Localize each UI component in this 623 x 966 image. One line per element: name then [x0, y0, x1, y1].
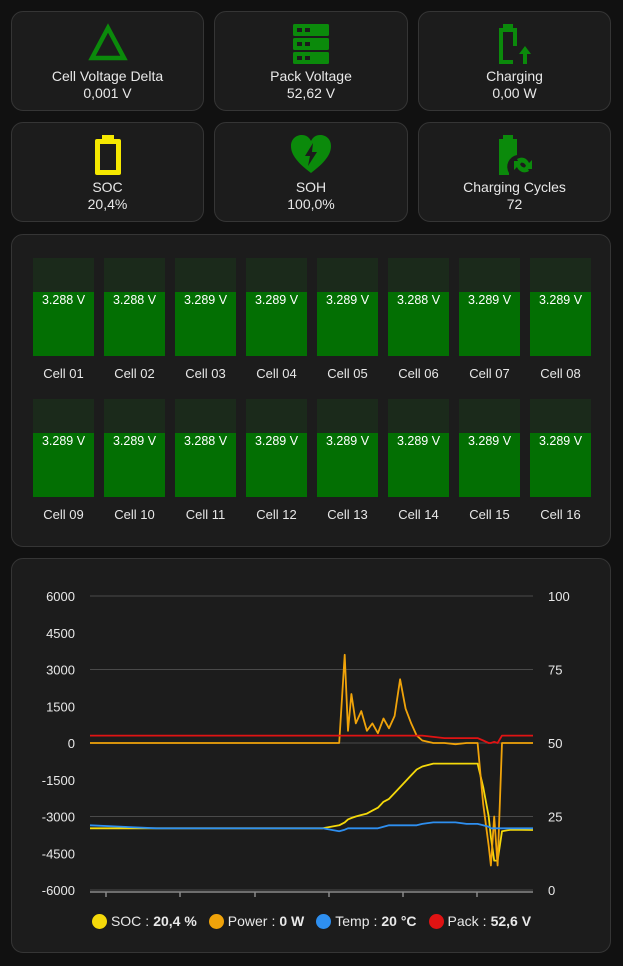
- y-left-tick: 3000: [46, 663, 75, 678]
- y-left-tick: -6000: [42, 883, 75, 898]
- legend-name: Pack: [447, 913, 479, 929]
- legend-item[interactable]: Power:0 W: [208, 913, 305, 929]
- legend-name: Temp: [335, 913, 370, 929]
- y-left-tick: 1500: [46, 699, 75, 714]
- y-left-tick: -4500: [42, 846, 75, 861]
- y-right-tick: 25: [548, 810, 562, 825]
- y-right-tick: 100: [548, 589, 570, 604]
- legend-item[interactable]: SOC:20,4 %: [91, 913, 197, 929]
- legend-dot: [316, 913, 332, 929]
- legend-value: 0 W: [279, 913, 305, 929]
- y-right-tick: 75: [548, 663, 562, 678]
- chart-legend: SOC:20,4 % Power:0 W Temp:20 °C Pack:52,6 V: [0, 911, 623, 931]
- y-left-tick: -3000: [42, 810, 75, 825]
- y-left-tick: 4500: [46, 626, 75, 641]
- legend-value: 20,4 %: [153, 913, 197, 929]
- y-right-tick: 0: [548, 883, 555, 898]
- legend-name: Power: [227, 913, 268, 929]
- series-line-temp: [89, 821, 533, 833]
- y-left-tick: 0: [68, 736, 75, 751]
- legend-dot: [208, 913, 224, 929]
- series-line-power: [90, 653, 533, 867]
- y-right-tick: 50: [548, 736, 562, 751]
- legend-item[interactable]: Pack:52,6 V: [428, 913, 532, 929]
- y-left-tick: -1500: [42, 773, 75, 788]
- history-chart[interactable]: 100 75 50 25 0 6000 4500 3000 1500 0 -1500 -3000 -45…: [0, 0, 623, 966]
- legend-value: 20 °C: [381, 913, 417, 929]
- legend-name: SOC: [110, 913, 142, 929]
- y-left-tick: 6000: [46, 589, 75, 604]
- legend-dot: [91, 913, 107, 929]
- legend-item[interactable]: Temp:20 °C: [316, 913, 417, 929]
- legend-value: 52,6 V: [490, 913, 532, 929]
- legend-dot: [428, 913, 444, 929]
- series-line-pack: [90, 734, 533, 744]
- series-line-soc: [90, 762, 534, 862]
